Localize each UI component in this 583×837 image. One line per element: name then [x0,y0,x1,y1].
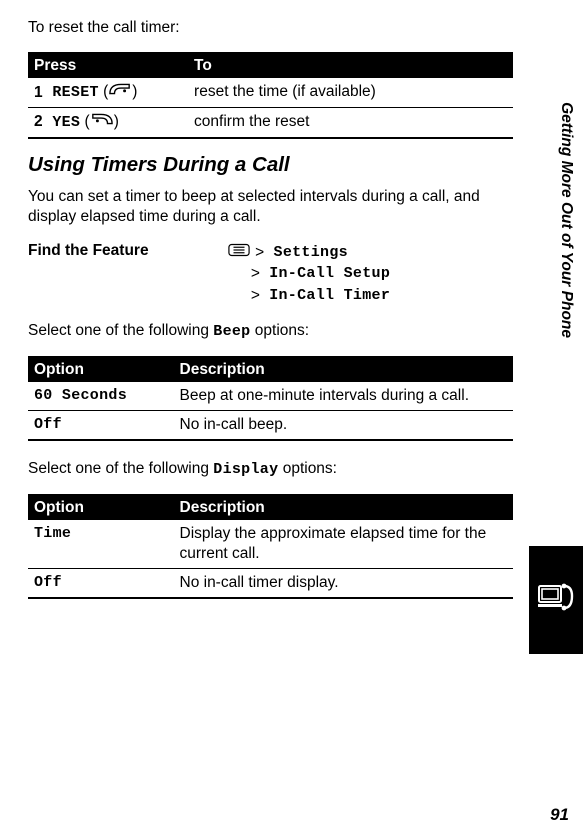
table-row: 60 Seconds Beep at one-minute intervals … [28,382,513,411]
opt-desc: Beep at one-minute intervals during a ca… [174,382,514,411]
ftf-label: Find the Feature [28,242,149,259]
chapter-side-label: Getting More Out of Your Phone [557,102,575,338]
opt-desc: No in-call beep. [174,410,514,440]
opt-name: Time [28,520,174,569]
step-number: 1 [34,83,48,103]
disp-intro-b: options: [278,460,337,477]
nav-path-2: In-Call Setup [269,263,390,285]
step-number: 2 [34,112,48,132]
right-softkey-icon [109,82,131,102]
reset-steps-table: Press To 1 RESET ( ) reset the time (if … [28,52,513,138]
table-row: 2 YES ( ) confirm the reset [28,108,513,138]
t2-head-opt: Option [28,357,174,382]
beep-options-table: Option Description 60 Seconds Beep at on… [28,356,513,441]
find-the-feature: Find the Feature > Settings > In-Call Se… [28,242,513,307]
t3-head-opt: Option [28,495,174,520]
beep-intro: Select one of the following Beep options… [28,321,513,342]
t1-head-press: Press [28,53,188,78]
left-softkey-icon [91,112,113,132]
nav-path-1: Settings [274,242,348,264]
step-desc: reset the time (if available) [188,78,513,107]
menu-key-icon [228,242,250,264]
disp-code: Display [213,461,278,478]
beep-code: Beep [213,323,250,340]
t1-head-to: To [188,53,513,78]
reset-intro: To reset the call timer: [28,18,513,38]
step-desc: confirm the reset [188,108,513,138]
nav-path-3: In-Call Timer [269,285,390,307]
softkey-label: RESET [52,85,99,102]
opt-name: Off [28,410,174,440]
t2-head-desc: Description [174,357,514,382]
beep-intro-b: options: [250,322,309,339]
opt-desc: No in-call timer display. [174,568,514,598]
opt-name: 60 Seconds [28,382,174,411]
softkey-label: YES [52,114,80,131]
table-row: Off No in-call timer display. [28,568,513,598]
section-heading: Using Timers During a Call [28,153,513,177]
t3-head-desc: Description [174,495,514,520]
table-row: Time Display the approximate elapsed tim… [28,520,513,569]
table-row: 1 RESET ( ) reset the time (if available… [28,78,513,107]
opt-desc: Display the approximate elapsed time for… [174,520,514,569]
beep-intro-a: Select one of the following [28,322,213,339]
opt-name: Off [28,568,174,598]
side-tab-icon-block [529,546,583,654]
computer-phone-icon [536,578,576,623]
section-body: You can set a timer to beep at selected … [28,187,513,228]
table-row: Off No in-call beep. [28,410,513,440]
display-options-table: Option Description Time Display the appr… [28,494,513,599]
disp-intro-a: Select one of the following [28,460,213,477]
page-number: 91 [550,805,569,825]
display-intro: Select one of the following Display opti… [28,459,513,480]
